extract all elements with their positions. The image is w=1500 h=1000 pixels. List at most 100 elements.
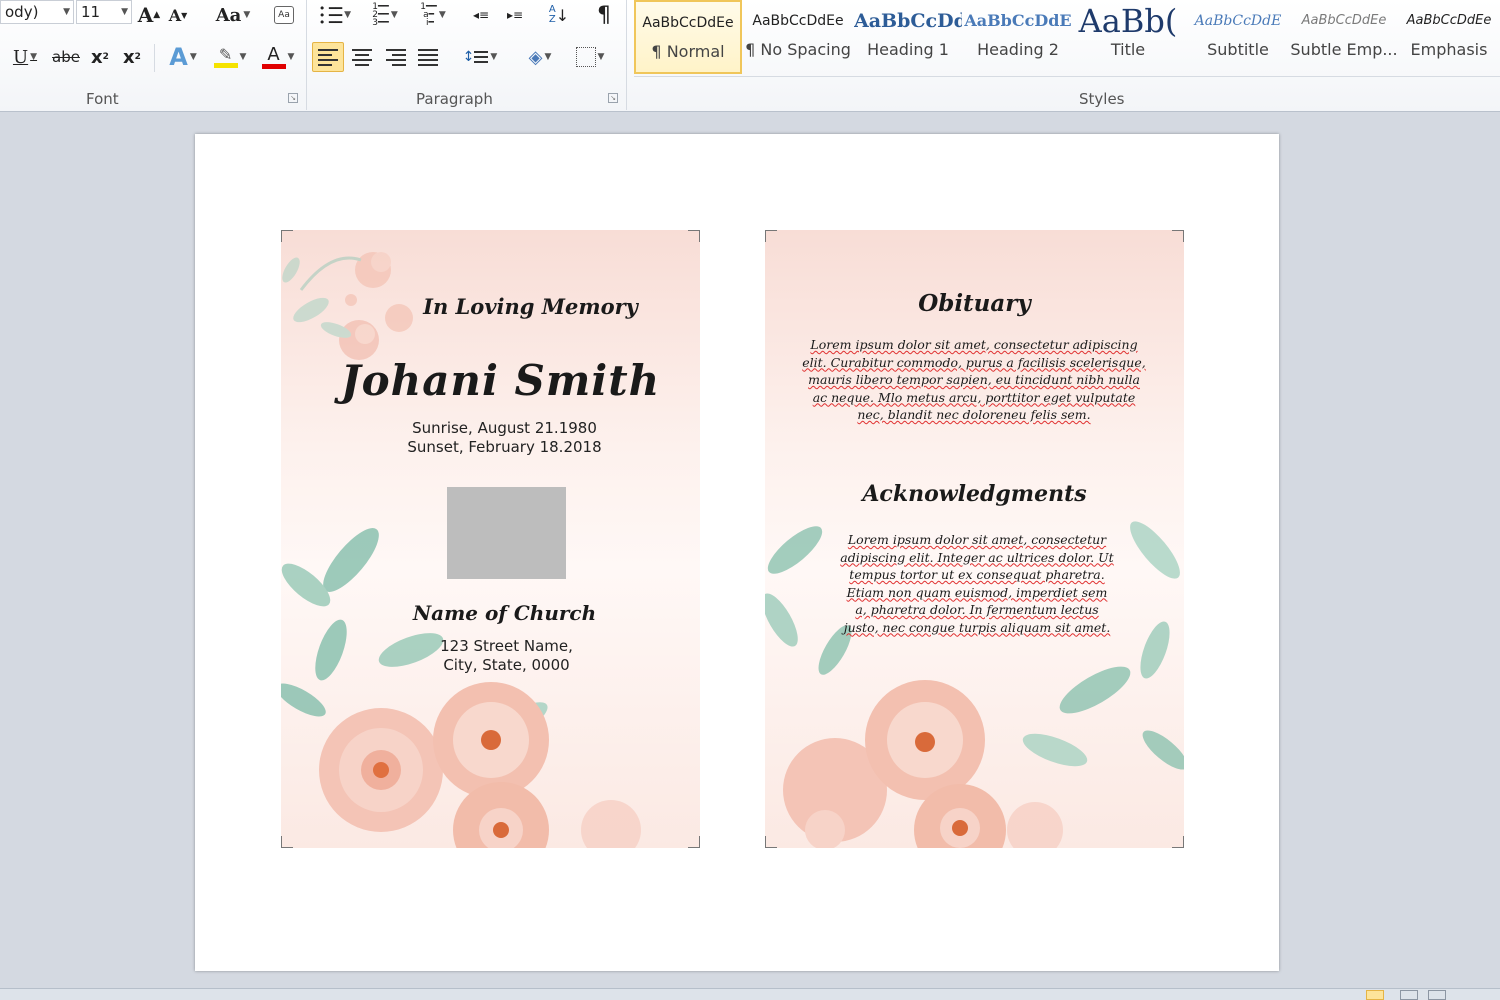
grow-font-label: A <box>137 3 154 27</box>
style-sample: AaBbCcDd <box>854 10 962 32</box>
paragraph-group-label: Paragraph <box>416 90 493 108</box>
multilevel-list-button[interactable]: 1━━ a━ i━ ▼ <box>412 0 454 30</box>
underline-label: U <box>12 46 29 68</box>
bullets-button[interactable]: • ━━ • ━━ • ━━ ▼ <box>312 0 358 30</box>
full-screen-view-icon[interactable] <box>1400 990 1418 1000</box>
style-name: Heading 1 <box>867 40 949 59</box>
crop-mark <box>1172 836 1184 848</box>
grow-font-button[interactable]: A ▲ <box>136 0 162 30</box>
align-left-button[interactable] <box>312 42 344 72</box>
shrink-font-button[interactable]: A ▼ <box>166 0 190 30</box>
style-sample: AaBbCcDdEe <box>642 15 734 31</box>
underline-button[interactable]: U ▼ <box>4 42 46 72</box>
crop-mark <box>688 836 700 848</box>
style-subtitle[interactable]: AaBbCcDdE Subtitle <box>1184 0 1292 74</box>
style-sample: AaBb( <box>1078 2 1178 40</box>
align-right-button[interactable] <box>380 42 412 72</box>
highlighter-icon: ✎ <box>213 46 238 68</box>
highlight-button[interactable]: ✎ ▼ <box>208 42 252 72</box>
acknowledgments-title: Acknowledgments <box>862 481 1087 507</box>
decrease-indent-button[interactable]: ◂≡ <box>466 0 496 30</box>
crop-mark <box>765 836 777 848</box>
font-name-combo[interactable]: ody) ▼ <box>0 0 74 24</box>
pilcrow-icon: ¶ <box>597 2 611 28</box>
style-name: ¶ Normal <box>651 42 725 61</box>
increase-indent-button[interactable]: ▸≡ <box>500 0 530 30</box>
obituary-text: Lorem ipsum dolor sit amet, consectetur … <box>802 337 1146 422</box>
strikethrough-label: abe <box>52 48 80 66</box>
line-spacing-icon: ↕ <box>462 49 475 65</box>
borders-button[interactable]: ▼ <box>568 42 612 72</box>
style-name: Emphasis <box>1410 40 1488 59</box>
font-size-combo[interactable]: 11 ▼ <box>76 0 132 24</box>
clear-formatting-button[interactable]: Aa <box>268 0 300 30</box>
style-sample: AaBbCcDdEe <box>1301 13 1387 28</box>
multilevel-list-icon: 1━━ a━ i━ <box>420 2 437 28</box>
style-name: Subtle Emp... <box>1290 40 1398 59</box>
address-line-1: 123 Street Name, <box>440 637 573 655</box>
deceased-name: Johani Smith <box>340 356 661 405</box>
font-color-button[interactable]: A ▼ <box>256 42 300 72</box>
style-no-spacing[interactable]: AaBbCcDdEe ¶ No Spacing <box>744 0 852 74</box>
church-name: Name of Church <box>412 601 597 625</box>
sunset-date: Sunset, February 18.2018 <box>407 438 602 456</box>
style-sample: AaBbCcDdEe <box>1406 13 1492 28</box>
style-heading-1[interactable]: AaBbCcDd Heading 1 <box>854 0 962 74</box>
memorial-front-card[interactable]: In Loving Memory Johani Smith Sunrise, A… <box>281 230 700 848</box>
subscript-label: x <box>91 46 103 68</box>
sort-button[interactable]: A Z ↓ <box>544 0 574 30</box>
sunrise-date: Sunrise, August 21.1980 <box>412 419 597 437</box>
web-layout-view-icon[interactable] <box>1428 990 1446 1000</box>
style-normal[interactable]: AaBbCcDdEe ¶ Normal <box>634 0 742 74</box>
style-heading-2[interactable]: AaBbCcDdE Heading 2 <box>964 0 1072 74</box>
show-marks-button[interactable]: ¶ <box>588 0 620 30</box>
memorial-back-card[interactable]: Obituary Lorem ipsum dolor sit amet, con… <box>765 230 1184 848</box>
change-case-label: Aa <box>215 4 242 26</box>
justify-button[interactable] <box>412 42 444 72</box>
crop-mark <box>281 836 293 848</box>
paragraph-dialog-launcher-icon[interactable]: ↘ <box>608 93 618 103</box>
style-title[interactable]: AaBb( Title <box>1074 0 1182 74</box>
align-right-icon <box>386 48 406 66</box>
memorial-heading: In Loving Memory <box>423 294 638 319</box>
style-name: ¶ No Spacing <box>745 40 851 59</box>
style-subtle-emphasis[interactable]: AaBbCcDdEe Subtle Emp... <box>1290 0 1398 74</box>
ribbon: ody) ▼ 11 ▼ A ▲ A ▼ Aa ▼ Aa U ▼ abe x2 x2 A ▼… <box>0 0 1500 112</box>
shrink-font-label: A <box>168 5 182 25</box>
decrease-indent-icon: ◂≡ <box>472 8 490 22</box>
superscript-button[interactable]: x2 <box>118 42 146 72</box>
obituary-title: Obituary <box>918 290 1031 317</box>
crop-mark <box>1172 230 1184 242</box>
change-case-button[interactable]: Aa ▼ <box>212 0 254 30</box>
text-effects-label: A <box>169 43 188 71</box>
sort-az-icon: AZ <box>548 4 556 25</box>
strikethrough-button[interactable]: abe <box>50 42 82 72</box>
divider <box>634 76 1500 77</box>
line-spacing-button[interactable]: ↕ ▼ <box>458 42 502 72</box>
borders-icon <box>575 47 596 67</box>
paint-bucket-icon: ◈ <box>528 46 543 68</box>
eraser-icon: Aa <box>274 6 294 24</box>
subscript-button[interactable]: x2 <box>86 42 114 72</box>
align-center-button[interactable] <box>346 42 378 72</box>
increase-indent-icon: ▸≡ <box>506 8 524 22</box>
text-effects-button[interactable]: A ▼ <box>162 42 204 72</box>
font-size-value: 11 <box>81 3 101 21</box>
divider <box>154 44 155 72</box>
align-center-icon <box>352 48 372 66</box>
font-dialog-launcher-icon[interactable]: ↘ <box>288 93 298 103</box>
photo-placeholder[interactable] <box>447 487 566 579</box>
styles-group-label: Styles <box>1079 90 1125 108</box>
chevron-down-icon: ▼ <box>121 7 128 17</box>
style-name: Title <box>1110 40 1146 59</box>
shading-button[interactable]: ◈ ▼ <box>518 42 562 72</box>
font-color-icon: A <box>261 45 286 69</box>
print-layout-view-icon[interactable] <box>1366 990 1384 1000</box>
style-emphasis[interactable]: AaBbCcDdEe Emphasis <box>1398 0 1500 74</box>
numbering-button[interactable]: 1━━ 2━━ 3━━ ▼ <box>362 0 408 30</box>
address-line-2: City, State, 0000 <box>443 656 570 674</box>
crop-mark <box>281 230 293 242</box>
status-bar <box>0 988 1500 1000</box>
superscript-label: x <box>123 46 135 68</box>
crop-mark <box>688 230 700 242</box>
